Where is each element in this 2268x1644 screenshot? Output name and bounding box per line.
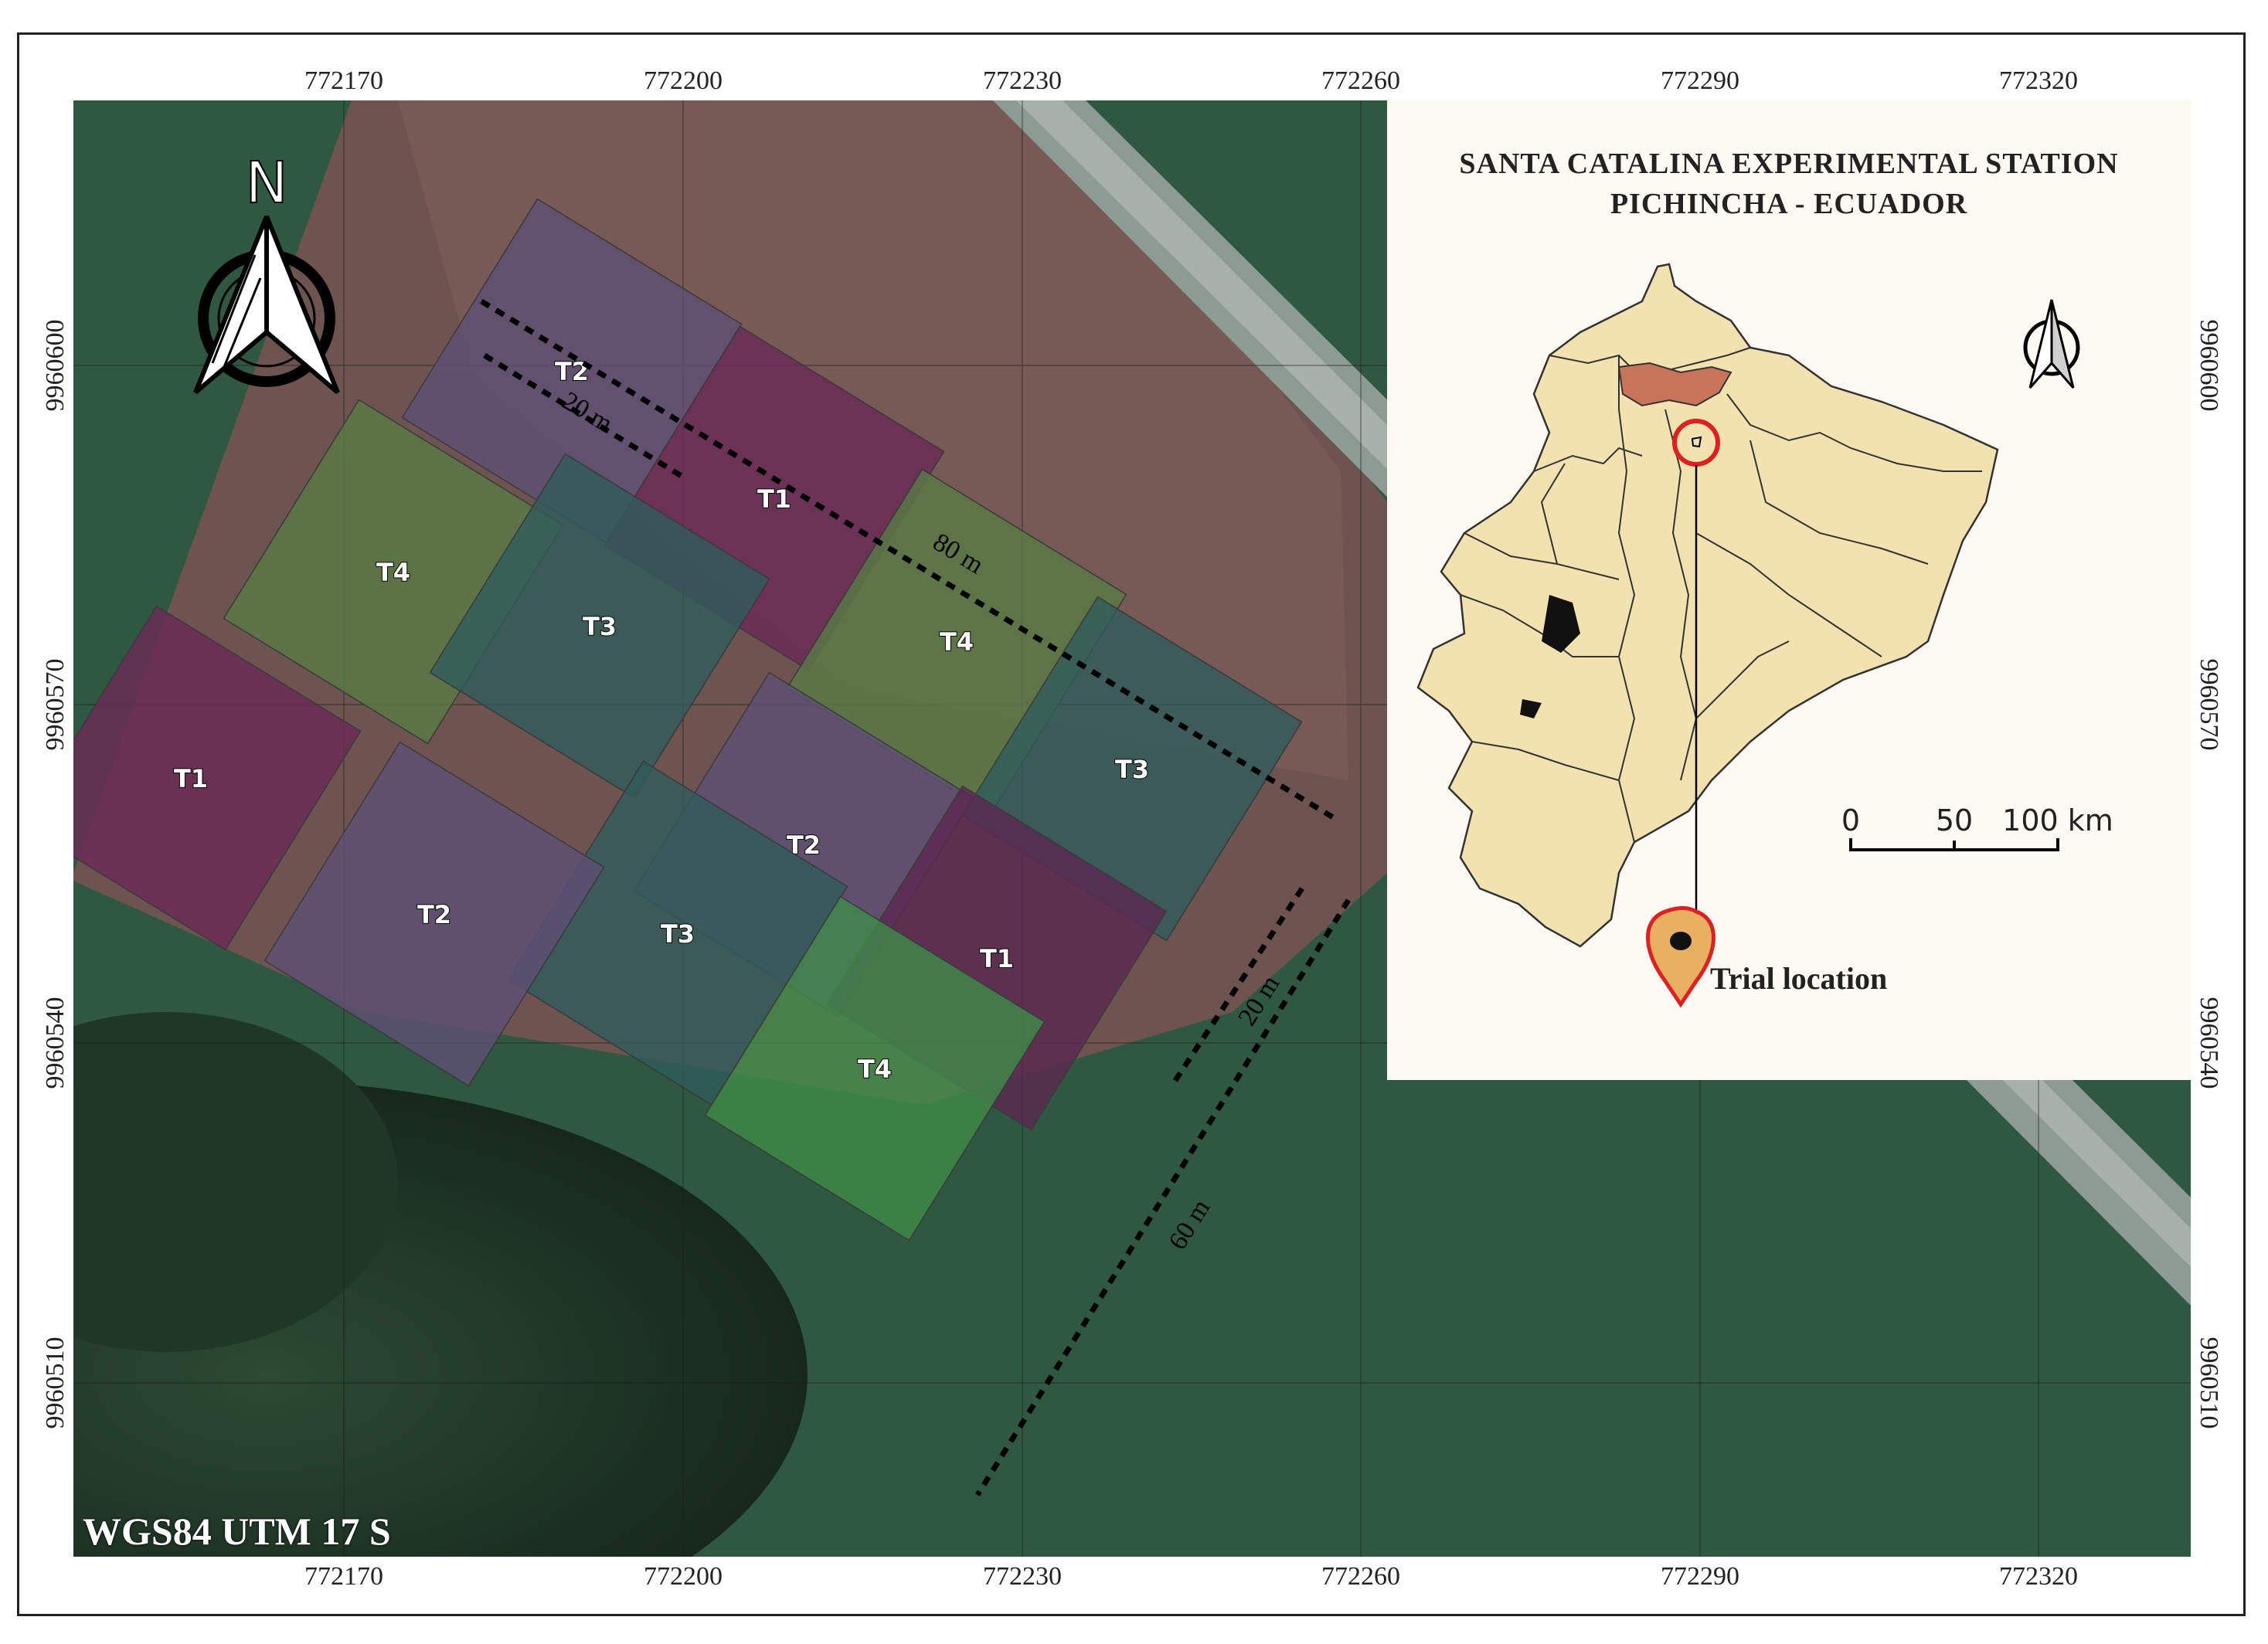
plot-label: T1 xyxy=(174,764,208,793)
x-tick-bottom: 772200 xyxy=(644,1562,723,1591)
plot-label: T4 xyxy=(858,1055,892,1084)
location-pin-icon xyxy=(1646,906,1715,1008)
satellite-map: T2 T1 T4 T3 T4 T3 T1 T2 T3 T2 T1 T4 20 m 80 m 20 m … xyxy=(73,100,2191,1557)
x-tick-top: 772200 xyxy=(644,66,723,95)
x-tick-top: 772170 xyxy=(304,66,383,95)
location-inset: SANTA CATALINA EXPERIMENTAL STATION PICH… xyxy=(1387,100,2191,1080)
inset-north-arrow-icon xyxy=(2023,299,2080,389)
x-tick-top: 772230 xyxy=(983,66,1062,95)
ecuador-map xyxy=(1416,263,1999,948)
scale-bar xyxy=(1849,838,2059,851)
y-tick-right: 9960570 xyxy=(2195,658,2223,751)
x-tick-top: 772260 xyxy=(1321,66,1400,95)
plot-label: T1 xyxy=(980,944,1014,973)
x-tick-bottom: 772290 xyxy=(1661,1562,1739,1591)
plot-label: T3 xyxy=(583,612,617,641)
y-tick-right: 9960540 xyxy=(2195,997,2223,1089)
scale-label: 100 km xyxy=(2002,803,2113,837)
x-tick-bottom: 772320 xyxy=(1999,1562,2078,1591)
plot-label: T3 xyxy=(1115,755,1149,784)
y-tick-left: 9960540 xyxy=(41,997,70,1089)
plot-label: T2 xyxy=(555,357,589,386)
plot-label: T2 xyxy=(417,900,451,929)
plot-label: T4 xyxy=(940,627,974,657)
y-tick-right: 9960510 xyxy=(2195,1337,2223,1429)
legend-trial-location: Trial location xyxy=(1710,961,1888,996)
x-tick-bottom: 772170 xyxy=(304,1562,383,1591)
y-tick-right: 9960600 xyxy=(2195,319,2223,412)
y-tick-left: 9960600 xyxy=(41,319,70,412)
y-tick-left: 9960510 xyxy=(41,1337,70,1429)
x-tick-top: 772320 xyxy=(1999,66,2078,95)
inset-canvas: 0 50 100 km xyxy=(1416,263,2113,1008)
plot-label: T4 xyxy=(376,558,410,587)
x-tick-bottom: 772230 xyxy=(983,1562,1062,1591)
y-tick-left: 9960570 xyxy=(41,658,70,751)
x-tick-top: 772290 xyxy=(1661,66,1739,95)
x-tick-bottom: 772260 xyxy=(1321,1562,1400,1591)
crs-label: WGS84 UTM 17 S xyxy=(83,1510,391,1553)
scale-label: 0 xyxy=(1841,803,1860,837)
scale-label: 50 xyxy=(1936,803,1973,837)
north-label: N xyxy=(245,150,287,216)
plot-label: T3 xyxy=(661,919,695,949)
